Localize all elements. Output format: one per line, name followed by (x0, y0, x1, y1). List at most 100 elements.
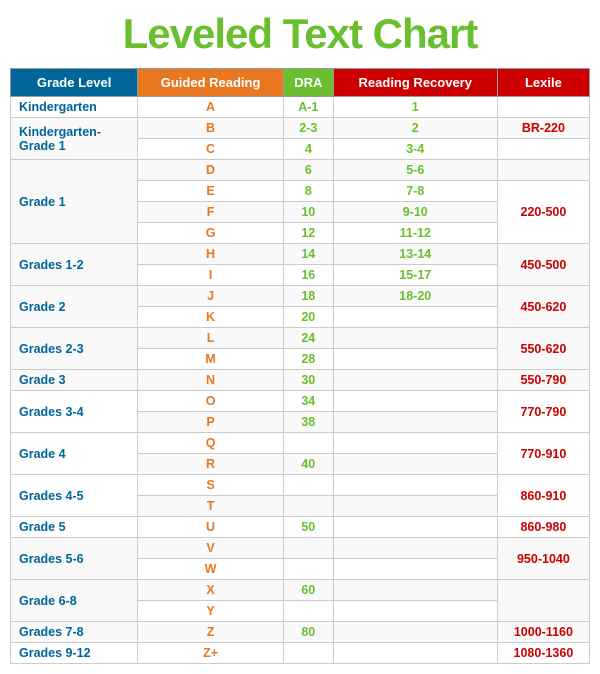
table-row: Grade 1D65-6 (11, 160, 590, 181)
cell-guided: I (138, 265, 284, 286)
cell-guided: F (138, 202, 284, 223)
table-row: Grade 4Q770-910 (11, 433, 590, 454)
cell-lexile: 1080-1360 (497, 643, 589, 664)
leveled-text-chart: Grade Level Guided Reading DRA Reading R… (10, 68, 590, 664)
table-row: Grade 3N30550-790 (11, 370, 590, 391)
table-row: Grade 5U50 860-980 (11, 517, 590, 538)
cell-dra: 2-3 (283, 118, 333, 139)
cell-recovery (333, 349, 497, 370)
cell-recovery: 1 (333, 97, 497, 118)
cell-guided: O (138, 391, 284, 412)
cell-guided: W (138, 559, 284, 580)
cell-recovery (333, 412, 497, 433)
table-row: KindergartenAA-11 (11, 97, 590, 118)
cell-dra (283, 559, 333, 580)
table-row: Grades 4-5S860-910 (11, 475, 590, 496)
cell-guided: Z (138, 622, 284, 643)
cell-grade: Kindergarten-Grade 1 (11, 118, 138, 160)
cell-recovery (333, 622, 497, 643)
cell-guided: K (138, 307, 284, 328)
cell-dra: 16 (283, 265, 333, 286)
cell-grade: Grade 2 (11, 286, 138, 328)
cell-recovery (333, 433, 497, 454)
cell-guided: D (138, 160, 284, 181)
cell-recovery: 13-14 (333, 244, 497, 265)
cell-grade: Kindergarten (11, 97, 138, 118)
cell-recovery (333, 370, 497, 391)
cell-guided: R (138, 454, 284, 475)
cell-dra: 8 (283, 181, 333, 202)
cell-recovery: 11-12 (333, 223, 497, 244)
cell-guided: P (138, 412, 284, 433)
cell-recovery: 3-4 (333, 139, 497, 160)
cell-dra (283, 538, 333, 559)
cell-recovery (333, 496, 497, 517)
cell-guided: T (138, 496, 284, 517)
cell-dra: 12 (283, 223, 333, 244)
cell-dra: 6 (283, 160, 333, 181)
cell-guided: V (138, 538, 284, 559)
cell-lexile (497, 139, 589, 160)
cell-recovery (333, 580, 497, 601)
table-row: Grades 2-3L24550-620 (11, 328, 590, 349)
cell-guided: U (138, 517, 284, 538)
cell-grade: Grade 4 (11, 433, 138, 475)
cell-guided: M (138, 349, 284, 370)
cell-dra: 34 (283, 391, 333, 412)
cell-guided: B (138, 118, 284, 139)
cell-recovery (333, 538, 497, 559)
cell-grade: Grade 5 (11, 517, 138, 538)
cell-recovery (333, 559, 497, 580)
table-row: Grades 5-6V950-1040 (11, 538, 590, 559)
cell-recovery: 9-10 (333, 202, 497, 223)
cell-grade: Grades 3-4 (11, 391, 138, 433)
cell-grade: Grades 4-5 (11, 475, 138, 517)
cell-dra: 20 (283, 307, 333, 328)
header-guided: Guided Reading (138, 69, 284, 97)
cell-dra (283, 601, 333, 622)
cell-recovery: 2 (333, 118, 497, 139)
cell-recovery (333, 307, 497, 328)
cell-recovery (333, 517, 497, 538)
cell-dra: 80 (283, 622, 333, 643)
cell-guided: J (138, 286, 284, 307)
cell-lexile: 770-910 (497, 433, 589, 475)
cell-lexile: 860-980 (497, 517, 589, 538)
cell-lexile: 550-790 (497, 370, 589, 391)
cell-grade: Grade 6-8 (11, 580, 138, 622)
table-row: Grade 2J1818-20450-620 (11, 286, 590, 307)
cell-grade: Grades 9-12 (11, 643, 138, 664)
cell-dra: A-1 (283, 97, 333, 118)
cell-dra: 30 (283, 370, 333, 391)
cell-recovery: 7-8 (333, 181, 497, 202)
cell-grade: Grades 7-8 (11, 622, 138, 643)
cell-dra: 24 (283, 328, 333, 349)
cell-guided: A (138, 97, 284, 118)
cell-guided: L (138, 328, 284, 349)
table-row: Grades 3-4O34770-790 (11, 391, 590, 412)
cell-guided: C (138, 139, 284, 160)
cell-grade: Grades 2-3 (11, 328, 138, 370)
cell-dra: 60 (283, 580, 333, 601)
header-recovery: Reading Recovery (333, 69, 497, 97)
cell-lexile: 950-1040 (497, 538, 589, 580)
header-lexile: Lexile (497, 69, 589, 97)
cell-recovery (333, 475, 497, 496)
cell-recovery (333, 643, 497, 664)
cell-grade: Grades 1-2 (11, 244, 138, 286)
cell-dra: 50 (283, 517, 333, 538)
cell-dra: 14 (283, 244, 333, 265)
table-row: Grades 7-8Z80 1000-1160 (11, 622, 590, 643)
cell-lexile: 1000-1160 (497, 622, 589, 643)
cell-guided: X (138, 580, 284, 601)
cell-lexile: 770-790 (497, 391, 589, 433)
table-row: Grades 1-2H1413-14450-500 (11, 244, 590, 265)
cell-dra (283, 433, 333, 454)
cell-lexile (497, 97, 589, 118)
cell-dra: 40 (283, 454, 333, 475)
table-row: Grades 9-12Z+1080-1360 (11, 643, 590, 664)
cell-grade: Grade 1 (11, 160, 138, 244)
cell-lexile (497, 160, 589, 181)
cell-dra (283, 643, 333, 664)
cell-recovery (333, 391, 497, 412)
